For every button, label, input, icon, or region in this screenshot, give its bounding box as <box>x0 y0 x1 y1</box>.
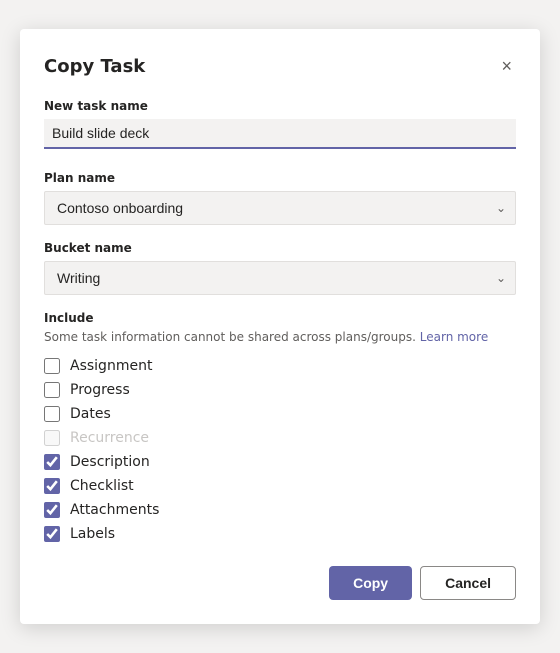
checkbox-progress: Progress <box>44 382 516 398</box>
dates-label: Dates <box>70 406 111 422</box>
learn-more-link[interactable]: Learn more <box>420 330 488 344</box>
labels-checkbox[interactable] <box>44 526 60 542</box>
progress-label: Progress <box>70 382 130 398</box>
dialog-title: Copy Task <box>44 56 145 77</box>
checkbox-recurrence: Recurrence <box>44 430 516 446</box>
progress-checkbox[interactable] <box>44 382 60 398</box>
include-title: Include <box>44 311 516 325</box>
labels-label: Labels <box>70 526 115 542</box>
copy-button[interactable]: Copy <box>329 566 412 600</box>
checklist-label: Checklist <box>70 478 134 494</box>
checkbox-dates: Dates <box>44 406 516 422</box>
checkbox-checklist: Checklist <box>44 478 516 494</box>
description-checkbox[interactable] <box>44 454 60 470</box>
include-section: Include Some task information cannot be … <box>44 311 516 542</box>
include-note: Some task information cannot be shared a… <box>44 329 516 346</box>
bucket-name-select-wrapper: Writing ⌄ <box>44 261 516 295</box>
recurrence-checkbox[interactable] <box>44 430 60 446</box>
cancel-button[interactable]: Cancel <box>420 566 516 600</box>
checkbox-description: Description <box>44 454 516 470</box>
bucket-name-select[interactable]: Writing <box>44 261 516 295</box>
dates-checkbox[interactable] <box>44 406 60 422</box>
assignment-checkbox[interactable] <box>44 358 60 374</box>
checklist-checkbox[interactable] <box>44 478 60 494</box>
bucket-name-label: Bucket name <box>44 241 516 255</box>
checkbox-assignment: Assignment <box>44 358 516 374</box>
attachments-checkbox[interactable] <box>44 502 60 518</box>
close-button[interactable]: × <box>497 53 516 79</box>
task-name-field: New task name <box>44 99 516 167</box>
dialog-footer: Copy Cancel <box>44 566 516 600</box>
plan-name-field: Plan name Contoso onboarding ⌄ <box>44 171 516 225</box>
recurrence-label: Recurrence <box>70 430 149 446</box>
description-label: Description <box>70 454 150 470</box>
bucket-name-field: Bucket name Writing ⌄ <box>44 241 516 295</box>
close-icon: × <box>501 57 512 75</box>
plan-name-select-wrapper: Contoso onboarding ⌄ <box>44 191 516 225</box>
checkbox-labels: Labels <box>44 526 516 542</box>
copy-task-dialog: Copy Task × New task name Plan name Cont… <box>20 29 540 624</box>
checkbox-attachments: Attachments <box>44 502 516 518</box>
plan-name-select[interactable]: Contoso onboarding <box>44 191 516 225</box>
plan-name-label: Plan name <box>44 171 516 185</box>
dialog-header: Copy Task × <box>44 53 516 79</box>
attachments-label: Attachments <box>70 502 159 518</box>
task-name-label: New task name <box>44 99 516 113</box>
assignment-label: Assignment <box>70 358 152 374</box>
task-name-input[interactable] <box>44 119 516 149</box>
